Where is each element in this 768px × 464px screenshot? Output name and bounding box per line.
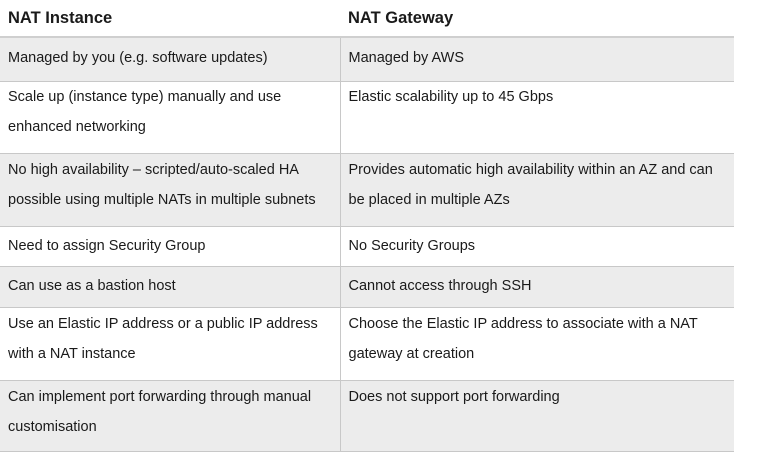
table-row: No high availability – scripted/auto-sca… xyxy=(0,153,734,227)
cell-nat-gateway: Does not support port forwarding xyxy=(340,380,734,452)
cell-nat-instance: Can use as a bastion host xyxy=(0,266,341,308)
header-nat-instance: NAT Instance xyxy=(0,0,340,38)
comparison-table-container: NAT Instance NAT Gateway Managed by you … xyxy=(0,0,734,452)
cell-nat-instance: Managed by you (e.g. software updates) xyxy=(0,37,341,82)
table-row: Can use as a bastion host Cannot access … xyxy=(0,266,734,308)
cell-nat-instance: No high availability – scripted/auto-sca… xyxy=(0,153,341,227)
cell-nat-gateway: Cannot access through SSH xyxy=(340,266,734,308)
table-row: Use an Elastic IP address or a public IP… xyxy=(0,307,734,381)
cell-nat-instance: Need to assign Security Group xyxy=(0,226,341,267)
table-row: Scale up (instance type) manually and us… xyxy=(0,81,734,154)
cell-nat-instance: Can implement port forwarding through ma… xyxy=(0,380,341,452)
nat-comparison-table: NAT Instance NAT Gateway Managed by you … xyxy=(0,0,734,452)
header-nat-gateway: NAT Gateway xyxy=(340,0,734,38)
cell-nat-gateway: Provides automatic high availability wit… xyxy=(340,153,734,227)
cell-nat-instance: Scale up (instance type) manually and us… xyxy=(0,81,341,154)
cell-nat-gateway: Managed by AWS xyxy=(340,37,734,82)
table-row: Can implement port forwarding through ma… xyxy=(0,380,734,452)
cell-nat-gateway: No Security Groups xyxy=(340,226,734,267)
cell-nat-gateway: Choose the Elastic IP address to associa… xyxy=(340,307,734,381)
table-header-row: NAT Instance NAT Gateway xyxy=(0,0,734,38)
table-row: Need to assign Security Group No Securit… xyxy=(0,226,734,267)
table-row: Managed by you (e.g. software updates) M… xyxy=(0,37,734,82)
cell-nat-instance: Use an Elastic IP address or a public IP… xyxy=(0,307,341,381)
cell-nat-gateway: Elastic scalability up to 45 Gbps xyxy=(340,81,734,154)
